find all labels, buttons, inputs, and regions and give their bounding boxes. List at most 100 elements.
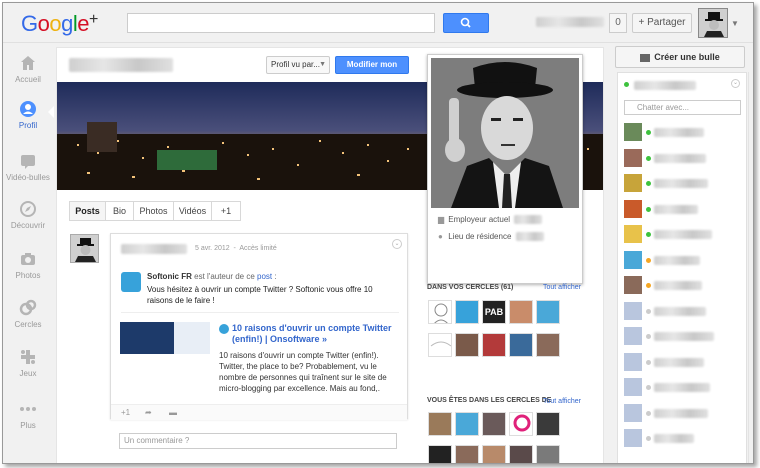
circle-avatar[interactable]: [509, 445, 533, 463]
circle-avatar[interactable]: [536, 300, 560, 324]
circle-avatar[interactable]: [482, 333, 506, 357]
share-icon[interactable]: ➦: [145, 408, 152, 417]
tab-bio[interactable]: Bio: [106, 202, 134, 220]
chat-contact[interactable]: [624, 174, 744, 194]
nav-item-circles[interactable]: Cercles: [3, 299, 53, 329]
tab-photos[interactable]: Photos: [134, 202, 174, 220]
notification-count[interactable]: 0: [609, 13, 627, 33]
circle-avatar[interactable]: [509, 300, 533, 324]
chat-contact[interactable]: [624, 200, 744, 220]
nav-item-profile[interactable]: Profil: [3, 100, 54, 130]
chevron-down-icon[interactable]: ▼: [731, 19, 739, 28]
circle-avatar[interactable]: [509, 333, 533, 357]
post-author-avatar[interactable]: [70, 234, 99, 263]
contact-name-redacted: [654, 332, 714, 341]
create-hangout-button[interactable]: Créer une bulle: [615, 46, 745, 68]
comment-input[interactable]: Un commentaire ?: [119, 433, 397, 449]
camera-icon: [21, 253, 35, 265]
chat-contact[interactable]: [624, 429, 744, 449]
chat-contact[interactable]: [624, 225, 744, 245]
edit-profile-button[interactable]: Modifier mon profil: [335, 56, 409, 85]
chat-contact[interactable]: [624, 404, 744, 424]
circle-avatar[interactable]: [428, 412, 452, 436]
circle-avatar[interactable]: PAB: [482, 300, 506, 324]
user-name-redacted[interactable]: [536, 17, 604, 27]
nav-item-photos[interactable]: Photos: [3, 250, 53, 280]
post-date[interactable]: 5 avr. 2012: [195, 245, 230, 252]
avatar: [624, 378, 642, 396]
link-thumbnail[interactable]: [120, 322, 210, 354]
contact-name-redacted: [654, 383, 710, 392]
circle-avatar[interactable]: [482, 445, 506, 463]
status-dot: [646, 207, 651, 212]
profile-view-select[interactable]: Profil vu par... ▼: [266, 56, 330, 74]
nav-item-hangouts[interactable]: Vidéo-bulles: [3, 152, 53, 182]
tab-posts[interactable]: Posts: [70, 202, 106, 220]
chat-user-redacted[interactable]: [634, 81, 696, 90]
circle-avatar[interactable]: [482, 412, 506, 436]
circle-avatar[interactable]: [536, 333, 560, 357]
tab-plus-one[interactable]: +1: [212, 202, 240, 220]
circle-avatar[interactable]: [509, 412, 533, 436]
avatar: [624, 429, 642, 447]
circle-avatar[interactable]: [536, 412, 560, 436]
post-source-name[interactable]: Softonic FR: [147, 272, 192, 281]
nav-item-more[interactable]: Plus: [3, 400, 53, 430]
chat-contact[interactable]: [624, 302, 744, 322]
profile-view-label: Profil vu par...: [271, 60, 320, 69]
tab-videos[interactable]: Vidéos: [174, 202, 212, 220]
hangout-icon: [640, 53, 651, 62]
share-button[interactable]: + Partager: [632, 13, 692, 33]
hangout-icon[interactable]: ▬: [169, 408, 177, 417]
chat-contact[interactable]: [624, 276, 744, 296]
in-circles-title: DANS VOS CERCLES (61): [427, 284, 514, 291]
circle-avatar[interactable]: [428, 333, 452, 357]
circle-avatar[interactable]: [455, 412, 479, 436]
chat-contact[interactable]: [624, 378, 744, 398]
chevron-down-icon[interactable]: ⌄: [731, 79, 740, 88]
search-button[interactable]: [443, 13, 489, 33]
plus-one-button[interactable]: +1: [121, 408, 130, 417]
nav-item-explore[interactable]: Découvrir: [3, 200, 53, 230]
chat-scrollbar[interactable]: [748, 72, 753, 463]
circle-avatar[interactable]: [536, 445, 560, 463]
avatar: [624, 302, 642, 320]
briefcase-icon: ▆: [438, 215, 445, 224]
circle-avatar[interactable]: [428, 445, 452, 463]
chevron-down-icon: ▼: [319, 61, 326, 68]
post-author-redacted[interactable]: [121, 244, 187, 254]
circle-avatar[interactable]: [455, 445, 479, 463]
search-input[interactable]: [127, 13, 435, 33]
in-circles-show-all[interactable]: Tout afficher: [543, 284, 581, 291]
chat-contact[interactable]: [624, 353, 744, 373]
chat-search-input[interactable]: Chatter avec...: [624, 100, 741, 115]
chat-contact[interactable]: [624, 149, 744, 169]
chat-panel: ⌄ Chatter avec...: [617, 72, 747, 463]
location-pin-icon: ●: [438, 232, 443, 241]
nav-item-home[interactable]: Accueil: [3, 54, 53, 84]
post-source-end: :: [272, 272, 277, 281]
google-plus-logo[interactable]: Google+: [21, 11, 98, 37]
status-dot: [646, 156, 651, 161]
avatar: [624, 149, 642, 167]
status-dot: [646, 309, 651, 314]
link-title[interactable]: 10 raisons d'ouvrir un compte Twitter (e…: [232, 323, 402, 345]
post-card: 5 avr. 2012 - Accès limité ⌄ Softonic FR…: [110, 233, 408, 420]
profile-photo[interactable]: [431, 58, 579, 208]
circle-avatar[interactable]: [455, 300, 479, 324]
chevron-down-icon[interactable]: ⌄: [392, 239, 402, 249]
chat-contact[interactable]: [624, 123, 744, 143]
browser-frame: Google+ 0 + Partager ▼ Accueil Profil Vi…: [2, 2, 754, 464]
chat-contact[interactable]: [624, 327, 744, 347]
contact-name-redacted: [654, 281, 702, 290]
their-circles-show-all[interactable]: Tout afficher: [543, 398, 581, 405]
status-dot: [646, 283, 651, 288]
nav-item-games[interactable]: Jeux: [3, 348, 53, 378]
circle-avatar[interactable]: [455, 333, 479, 357]
user-avatar[interactable]: [698, 8, 728, 38]
post-source-link[interactable]: post: [257, 272, 272, 281]
chat-contact[interactable]: [624, 251, 744, 271]
avatar: [624, 404, 642, 422]
post-visibility[interactable]: Accès limité: [239, 245, 276, 252]
circle-avatar[interactable]: [428, 300, 452, 324]
